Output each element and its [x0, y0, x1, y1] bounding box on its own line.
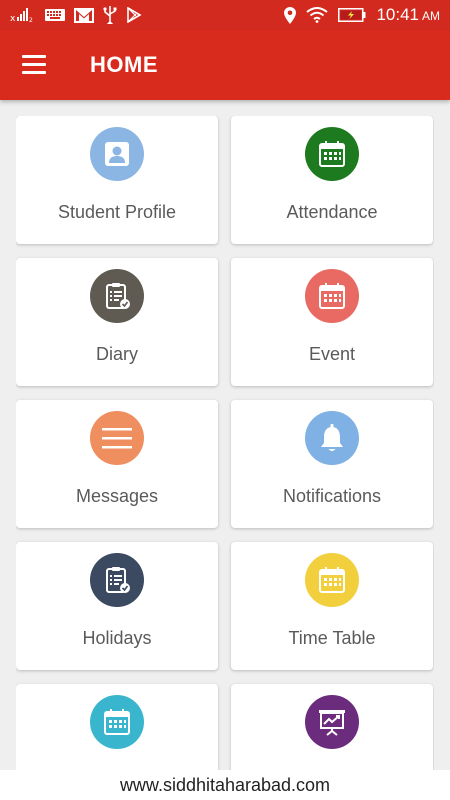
usb-icon: [103, 6, 117, 24]
tile-student-profile[interactable]: Student Profile: [16, 116, 218, 244]
location-icon: [284, 6, 297, 24]
signal-icon: x 2: [10, 8, 33, 23]
tile-label: Event: [308, 344, 356, 364]
tile-event[interactable]: Event: [231, 258, 433, 386]
tile-label: Student Profile: [57, 202, 177, 222]
wifi-icon: [306, 7, 329, 23]
dashboard-grid: Student Profile Attendance Diary Event M…: [16, 116, 434, 770]
battery-icon: [338, 8, 366, 22]
hamburger-menu-icon[interactable]: [22, 55, 48, 75]
profile-icon: [90, 127, 144, 181]
svg-text:x: x: [10, 14, 16, 23]
status-time: 10:41: [376, 5, 419, 24]
app-bar: HOME: [0, 30, 450, 100]
play-store-icon: [127, 7, 142, 23]
status-right-icons: 10:41 AM: [284, 5, 440, 25]
tile-label: Attendance: [286, 202, 378, 222]
lines-icon: [90, 411, 144, 465]
clipboard-check-icon: [90, 553, 144, 607]
website-footer: www.siddhitaharabad.com: [0, 770, 450, 800]
status-ampm: AM: [422, 9, 440, 23]
tile-calendar[interactable]: [16, 684, 218, 770]
tile-attendance[interactable]: Attendance: [231, 116, 433, 244]
tile-time-table[interactable]: Time Table: [231, 542, 433, 670]
bell-icon: [305, 411, 359, 465]
tile-label: Notifications: [282, 486, 382, 506]
calendar-icon: [90, 695, 144, 749]
calendar-icon: [305, 127, 359, 181]
calendar-icon: [305, 553, 359, 607]
tile-label: Messages: [75, 486, 159, 506]
status-clock: 10:41 AM: [376, 5, 440, 25]
tile-notifications[interactable]: Notifications: [231, 400, 433, 528]
gmail-icon: [74, 7, 94, 23]
tile-messages[interactable]: Messages: [16, 400, 218, 528]
footer-url: www.siddhitaharabad.com: [119, 774, 331, 795]
keyboard-icon: [45, 9, 65, 21]
status-left-icons: x 2: [10, 6, 142, 24]
svg-text:2: 2: [29, 17, 33, 23]
clipboard-check-icon: [90, 269, 144, 323]
tile-holidays[interactable]: Holidays: [16, 542, 218, 670]
presentation-chart-icon: [305, 695, 359, 749]
tile-label: Time Table: [288, 628, 376, 648]
status-bar: x 2 10:41 AM: [0, 0, 450, 30]
page-title: HOME: [90, 52, 158, 77]
tile-label: Diary: [95, 344, 138, 364]
tile-label: Holidays: [82, 628, 152, 648]
calendar-icon: [305, 269, 359, 323]
tile-presentation[interactable]: [231, 684, 433, 770]
tile-diary[interactable]: Diary: [16, 258, 218, 386]
